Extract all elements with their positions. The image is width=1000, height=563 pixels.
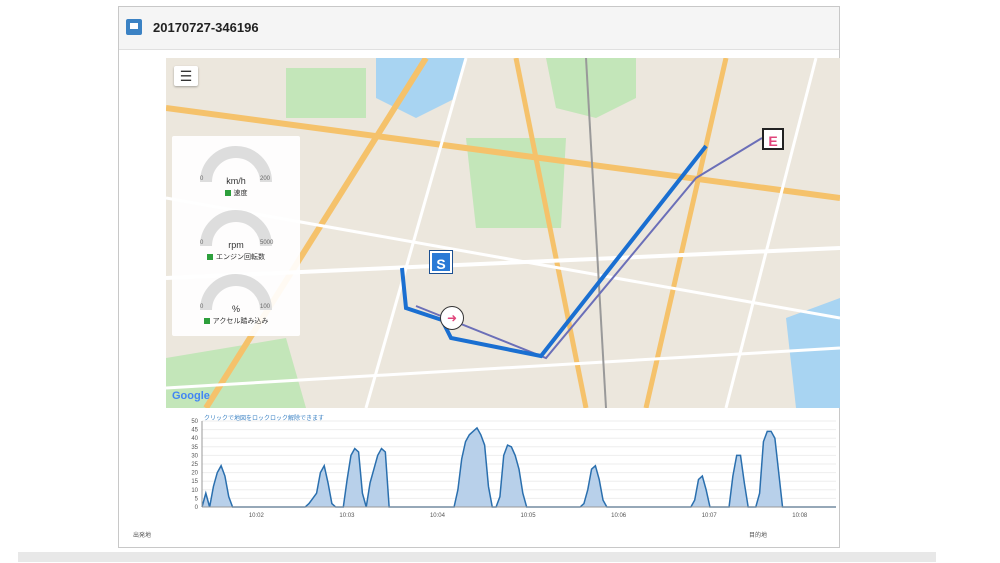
- y-tick-label: 20: [191, 471, 198, 477]
- trip-window: 20170727-346196 ☰ 0 km/h 200 速度 0 rpm 50…: [118, 6, 840, 548]
- speed-gauge-legend: 速度: [172, 188, 300, 198]
- x-tick-label: 10:03: [339, 513, 355, 519]
- accelerator-gauge: 0 % 100 アクセル踏み込み: [172, 266, 300, 328]
- y-tick-label: 25: [191, 462, 198, 468]
- accelerator-gauge-legend: アクセル踏み込み: [172, 316, 300, 326]
- x-tick-label: 10:08: [792, 513, 808, 519]
- x-tick-label: 10:04: [430, 513, 446, 519]
- chart-caption: クリックで地図をロックロック解除できます: [204, 416, 325, 422]
- speed-gauge: 0 km/h 200 速度: [172, 138, 300, 200]
- destination-label: 目的地: [749, 533, 768, 539]
- rpm-gauge-legend: エンジン回転数: [172, 252, 300, 262]
- origin-label: 出発地: [133, 533, 152, 539]
- x-tick-label: 10:05: [521, 513, 537, 519]
- x-tick-label: 10:07: [702, 513, 718, 519]
- accelerator-legend-label: アクセル踏み込み: [212, 318, 269, 325]
- y-tick-label: 30: [191, 453, 198, 459]
- google-logo: Google: [172, 390, 210, 402]
- rpm-gauge-unit: rpm: [228, 240, 244, 250]
- vehicle-position-icon[interactable]: ➜: [440, 306, 464, 330]
- x-tick-label: 10:02: [249, 513, 265, 519]
- end-marker[interactable]: E: [762, 128, 784, 150]
- speed-gauge-unit: km/h: [226, 176, 246, 186]
- x-tick-label: 10:06: [611, 513, 627, 519]
- rpm-gauge-max: 5000: [260, 240, 274, 246]
- document-icon: [126, 19, 142, 35]
- window-titlebar: 20170727-346196: [119, 7, 839, 50]
- rpm-legend-label: エンジン回転数: [216, 254, 265, 261]
- accelerator-gauge-max: 100: [260, 304, 271, 310]
- y-tick-label: 40: [191, 436, 198, 442]
- speed-gauge-max: 200: [260, 176, 271, 182]
- start-marker[interactable]: S: [430, 251, 452, 273]
- y-tick-label: 35: [191, 445, 198, 451]
- speed-chart[interactable]: クリックで地図をロックロック解除できます 50 45 40 35 30 25 20 15 10 5…: [166, 411, 840, 523]
- gauge-panel: 0 km/h 200 速度 0 rpm 5000 エンジン回転数 0 % 100…: [172, 136, 300, 336]
- y-tick-label: 15: [191, 479, 198, 485]
- y-tick-label: 0: [195, 505, 199, 511]
- speed-legend-label: 速度: [233, 190, 248, 197]
- horizontal-scrollbar[interactable]: [18, 552, 936, 562]
- map-menu-button[interactable]: ☰: [174, 66, 198, 86]
- map-view[interactable]: ☰ 0 km/h 200 速度 0 rpm 5000 エンジン回転数 0 % 1…: [166, 58, 840, 408]
- y-tick-label: 45: [191, 428, 198, 434]
- rpm-gauge: 0 rpm 5000 エンジン回転数: [172, 202, 300, 264]
- window-title: 20170727-346196: [153, 20, 259, 35]
- y-tick-label: 50: [191, 419, 198, 425]
- y-tick-label: 5: [195, 496, 199, 502]
- accelerator-gauge-unit: %: [231, 304, 240, 314]
- speed-chart-svg[interactable]: 5045403530252015105010:02 10:03 10:04 10:05…: [166, 411, 840, 523]
- y-tick-label: 10: [191, 488, 198, 494]
